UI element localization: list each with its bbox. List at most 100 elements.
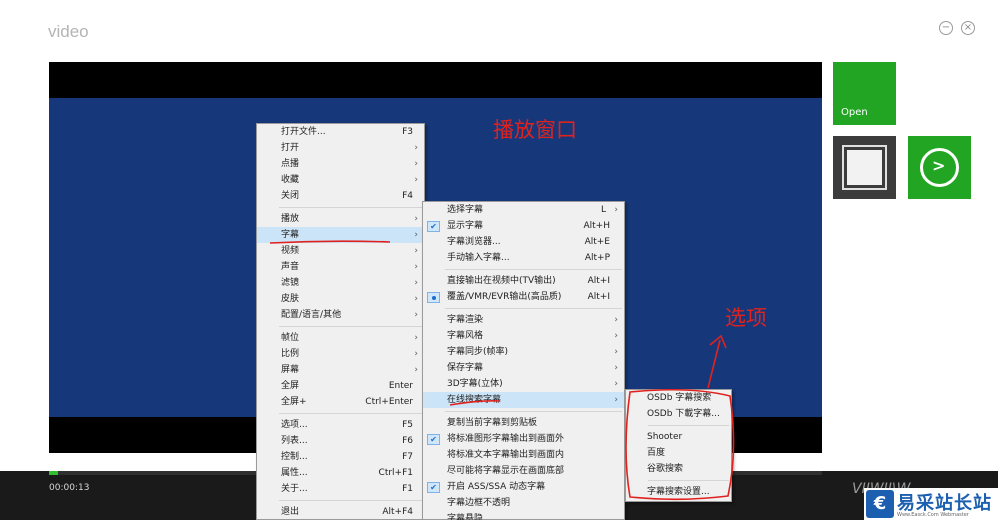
close-icon[interactable]: × [961,21,975,35]
subtitle-menu-item-8[interactable]: 字幕同步(帧率) › [423,344,624,360]
subtitle-menu-item-0[interactable]: 选择字幕 L › [423,202,624,218]
submenu-arrow-icon: › [614,363,618,373]
menu-item-label: 保存字幕 [447,363,484,373]
context-menu-item-0[interactable]: 打开文件... F3 [257,124,424,140]
submenu-arrow-icon: › [414,143,418,153]
online-search-item-1[interactable]: OSDb 下載字幕... [626,406,731,422]
radio-dot-icon [427,292,440,303]
menu-item-label: 谷歌搜索 [647,464,684,474]
submenu-arrow-icon: › [414,365,418,375]
check-icon: ✔ [427,482,440,493]
subtitle-menu-item-4[interactable]: 直接输出在视频中(TV输出) Alt+I [423,273,624,289]
menu-item-label: 在线搜索字幕 [447,395,502,405]
context-menu-item-14[interactable]: 屏幕 › [257,362,424,378]
online-search-item-4[interactable]: 谷歌搜索 [626,461,731,477]
menu-item-label: 百度 [647,448,666,458]
menu-item-label: 配置/语言/其他 [281,310,342,320]
submenu-arrow-icon: › [414,294,418,304]
submenu-arrow-icon: › [414,246,418,256]
subtitle-menu-item-1[interactable]: ✔ 显示字幕 Alt+H [423,218,624,234]
submenu-arrow-icon: › [414,230,418,240]
context-menu-item-12[interactable]: 帧位 › [257,330,424,346]
menu-item-label: 手动输入字幕... [447,253,510,263]
context-menu-item-15[interactable]: 全屏 Enter [257,378,424,394]
menu-item-shortcut: F6 [402,436,413,446]
subtitle-menu-item-5[interactable]: 覆盖/VMR/EVR输出(高品质) Alt+I [423,289,624,305]
menu-item-label: 尽可能将字幕显示在画面底部 [447,466,565,476]
menu-item-shortcut: Alt+F4 [382,507,413,517]
context-menu-item-7[interactable]: 视频 › [257,243,424,259]
menu-item-label: 直接输出在视频中(TV输出) [447,276,556,286]
menu-separator [648,480,729,481]
subtitle-menu-item-12[interactable]: 复制当前字幕到剪贴板 [423,415,624,431]
play-arrow-icon: > [932,156,946,175]
submenu-arrow-icon: › [414,159,418,169]
context-menu-item-21[interactable]: 关于... F1 [257,481,424,497]
context-menu-item-22[interactable]: 退出 Alt+F4 [257,504,424,520]
submenu-arrow-icon: › [414,310,418,320]
menu-item-label: 将标准图形字幕输出到画面外 [447,434,565,444]
online-search-item-3[interactable]: 百度 [626,445,731,461]
context-menu-item-6[interactable]: 字幕 › [257,227,424,243]
context-menu-item-18[interactable]: 列表... F6 [257,433,424,449]
menu-item-label: 选择字幕 [447,205,484,215]
subtitle-menu-item-14[interactable]: 将标准文本字幕输出到画面内 [423,447,624,463]
context-menu-item-10[interactable]: 皮肤 › [257,291,424,307]
submenu-arrow-icon: › [414,333,418,343]
context-menu-item-9[interactable]: 滤镜 › [257,275,424,291]
context-menu-item-11[interactable]: 配置/语言/其他 › [257,307,424,323]
context-menu-item-5[interactable]: 播放 › [257,211,424,227]
subtitle-menu-item-9[interactable]: 保存字幕 › [423,360,624,376]
menu-item-label: 控制... [281,452,308,462]
subtitle-menu-item-18[interactable]: 字幕悬隐 [423,511,624,520]
submenu-arrow-icon: › [614,395,618,405]
menu-item-label: 属性... [281,468,308,478]
subtitle-menu-item-11[interactable]: 在线搜索字幕 › [423,392,624,408]
menu-item-shortcut: F4 [402,191,413,201]
context-menu-item-8[interactable]: 声音 › [257,259,424,275]
context-menu-item-16[interactable]: 全屏+ Ctrl+Enter [257,394,424,410]
context-menu-item-20[interactable]: 属性... Ctrl+F1 [257,465,424,481]
play-tile[interactable]: > [908,136,971,199]
subtitle-menu-item-7[interactable]: 字幕风格 › [423,328,624,344]
context-menu-item-1[interactable]: 打开 › [257,140,424,156]
context-menu-item-2[interactable]: 点播 › [257,156,424,172]
online-search-item-0[interactable]: OSDb 字幕搜索 [626,390,731,406]
menu-item-label: 收藏 [281,175,300,185]
subtitle-menu-item-6[interactable]: 字幕渲染 › [423,312,624,328]
context-menu-item-19[interactable]: 控制... F7 [257,449,424,465]
online-search-item-5[interactable]: 字幕搜索设置... [626,484,731,500]
subtitle-menu-item-2[interactable]: 字幕浏览器... Alt+E [423,234,624,250]
subtitle-menu-item-15[interactable]: 尽可能将字幕显示在画面底部 [423,463,624,479]
subtitle-menu-item-16[interactable]: ✔ 开启 ASS/SSA 动态字幕 [423,479,624,495]
menu-separator [279,500,422,501]
menu-item-label: 复制当前字幕到剪贴板 [447,418,538,428]
context-menu-item-3[interactable]: 收藏 › [257,172,424,188]
online-search-item-2[interactable]: Shooter [626,429,731,445]
menu-item-label: Shooter [647,432,683,442]
submenu-arrow-icon: › [614,205,618,215]
open-tile[interactable]: Open [833,62,896,125]
menu-separator [279,207,422,208]
menu-item-label: 皮肤 [281,294,300,304]
playback-time: 00:00:13 [49,483,90,493]
menu-item-label: 比例 [281,349,300,359]
minimize-icon[interactable]: − [939,21,953,35]
menu-item-label: OSDb 字幕搜索 [647,393,712,403]
context-menu-item-13[interactable]: 比例 › [257,346,424,362]
subtitle-menu-item-10[interactable]: 3D字幕(立体) › [423,376,624,392]
stop-tile[interactable] [833,136,896,199]
menu-item-label: 字幕同步(帧率) [447,347,509,357]
options-label: 选项 [725,306,767,330]
context-menu-item-4[interactable]: 关闭 F4 [257,188,424,204]
menu-separator [279,413,422,414]
context-menu-item-17[interactable]: 选项... F5 [257,417,424,433]
menu-item-label: 播放 [281,214,300,224]
menu-item-shortcut: Ctrl+Enter [365,397,413,407]
submenu-arrow-icon: › [614,379,618,389]
subtitle-menu-item-13[interactable]: ✔ 将标准图形字幕输出到画面外 [423,431,624,447]
menu-item-label: 选项... [281,420,308,430]
menu-item-shortcut: F3 [402,127,413,137]
subtitle-menu-item-17[interactable]: 字幕边框不透明 [423,495,624,511]
subtitle-menu-item-3[interactable]: 手动输入字幕... Alt+P [423,250,624,266]
